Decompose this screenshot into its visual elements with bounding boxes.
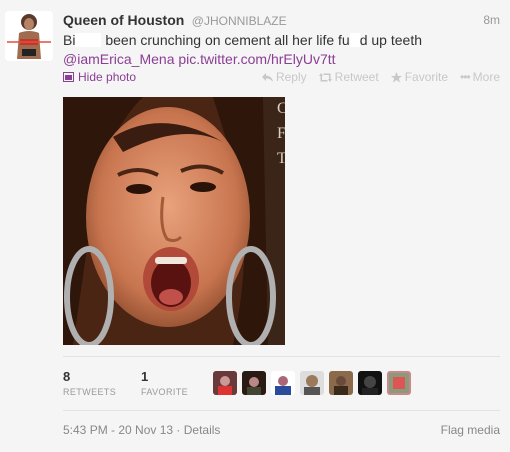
retweets-stat[interactable]: 8 RETWEETS [63, 369, 116, 397]
tweet-timestamp[interactable]: 5:43 PM - 20 Nov 13 [63, 423, 173, 437]
censor-block [75, 33, 102, 47]
censor-block [349, 33, 360, 47]
tweet-footer: 5:43 PM - 20 Nov 13 · Details Flag media [63, 423, 500, 437]
avatar[interactable] [5, 11, 53, 61]
flag-media-link[interactable]: Flag media [441, 423, 500, 437]
photo-icon [63, 72, 74, 82]
retweet-button[interactable]: Retweet [318, 70, 379, 84]
favorites-label: FAVORITE [141, 387, 189, 397]
user-avatar[interactable] [329, 371, 353, 395]
user-avatar[interactable] [242, 371, 266, 395]
tweet-actions: Hide photo Reply Retweet Favorite ••• Mo… [63, 70, 500, 86]
tweet-time[interactable]: 8m [483, 13, 500, 27]
details-link[interactable]: Details [184, 423, 221, 437]
display-name[interactable]: Queen of Houston [63, 12, 184, 28]
reply-icon [261, 72, 273, 82]
tweet-text-part: Bi [63, 32, 76, 48]
overlay-letter: T [277, 150, 285, 167]
user-avatar[interactable] [300, 371, 324, 395]
divider [63, 356, 500, 357]
tweet-text-part: d up teeth [359, 32, 422, 48]
photo-overlay-text: C F T [277, 97, 285, 171]
retweet-icon [318, 72, 332, 82]
retweeters-avatars [213, 371, 411, 395]
hide-photo-button[interactable]: Hide photo [63, 70, 136, 84]
user-avatar[interactable] [358, 371, 382, 395]
hide-photo-label: Hide photo [78, 70, 137, 84]
overlay-letter: F [277, 125, 285, 142]
favorites-stat[interactable]: 1 FAVORITE [141, 369, 188, 397]
star-icon [390, 71, 402, 82]
divider [63, 410, 500, 411]
user-avatar[interactable] [213, 371, 237, 395]
face-photo [63, 97, 285, 345]
favorites-count: 1 [141, 369, 149, 384]
pic-link[interactable]: pic.twitter.com/hrElyUv7tt [178, 51, 335, 67]
retweets-count: 8 [63, 369, 71, 384]
tweet-text: Bi been crunching on cement all her life… [63, 31, 493, 69]
username[interactable]: @JHONNIBLAZE [192, 14, 287, 28]
favorite-button[interactable]: Favorite [390, 70, 449, 84]
tweet-header: Queen of Houston @JHONNIBLAZE 8m [63, 12, 500, 30]
more-label: More [472, 70, 500, 84]
user-avatar[interactable] [387, 371, 411, 395]
tweet-expanded: Queen of Houston @JHONNIBLAZE 8m Bi been… [0, 0, 510, 452]
separator-dot: · [176, 423, 184, 437]
favorite-label: Favorite [404, 70, 449, 84]
more-button[interactable]: ••• More [460, 70, 500, 84]
tweet-text-part: been crunching on cement all her life fu [105, 32, 350, 48]
retweets-label: RETWEETS [63, 387, 117, 397]
retweet-label: Retweet [334, 70, 379, 84]
reply-label: Reply [275, 70, 307, 84]
overlay-letter: C [277, 100, 285, 117]
tweet-photo[interactable]: C F T [63, 97, 285, 345]
mention-link[interactable]: @iamErica_Mena [63, 51, 174, 67]
user-avatar[interactable] [271, 371, 295, 395]
more-dots-icon: ••• [460, 70, 471, 84]
reply-button[interactable]: Reply [261, 70, 307, 84]
